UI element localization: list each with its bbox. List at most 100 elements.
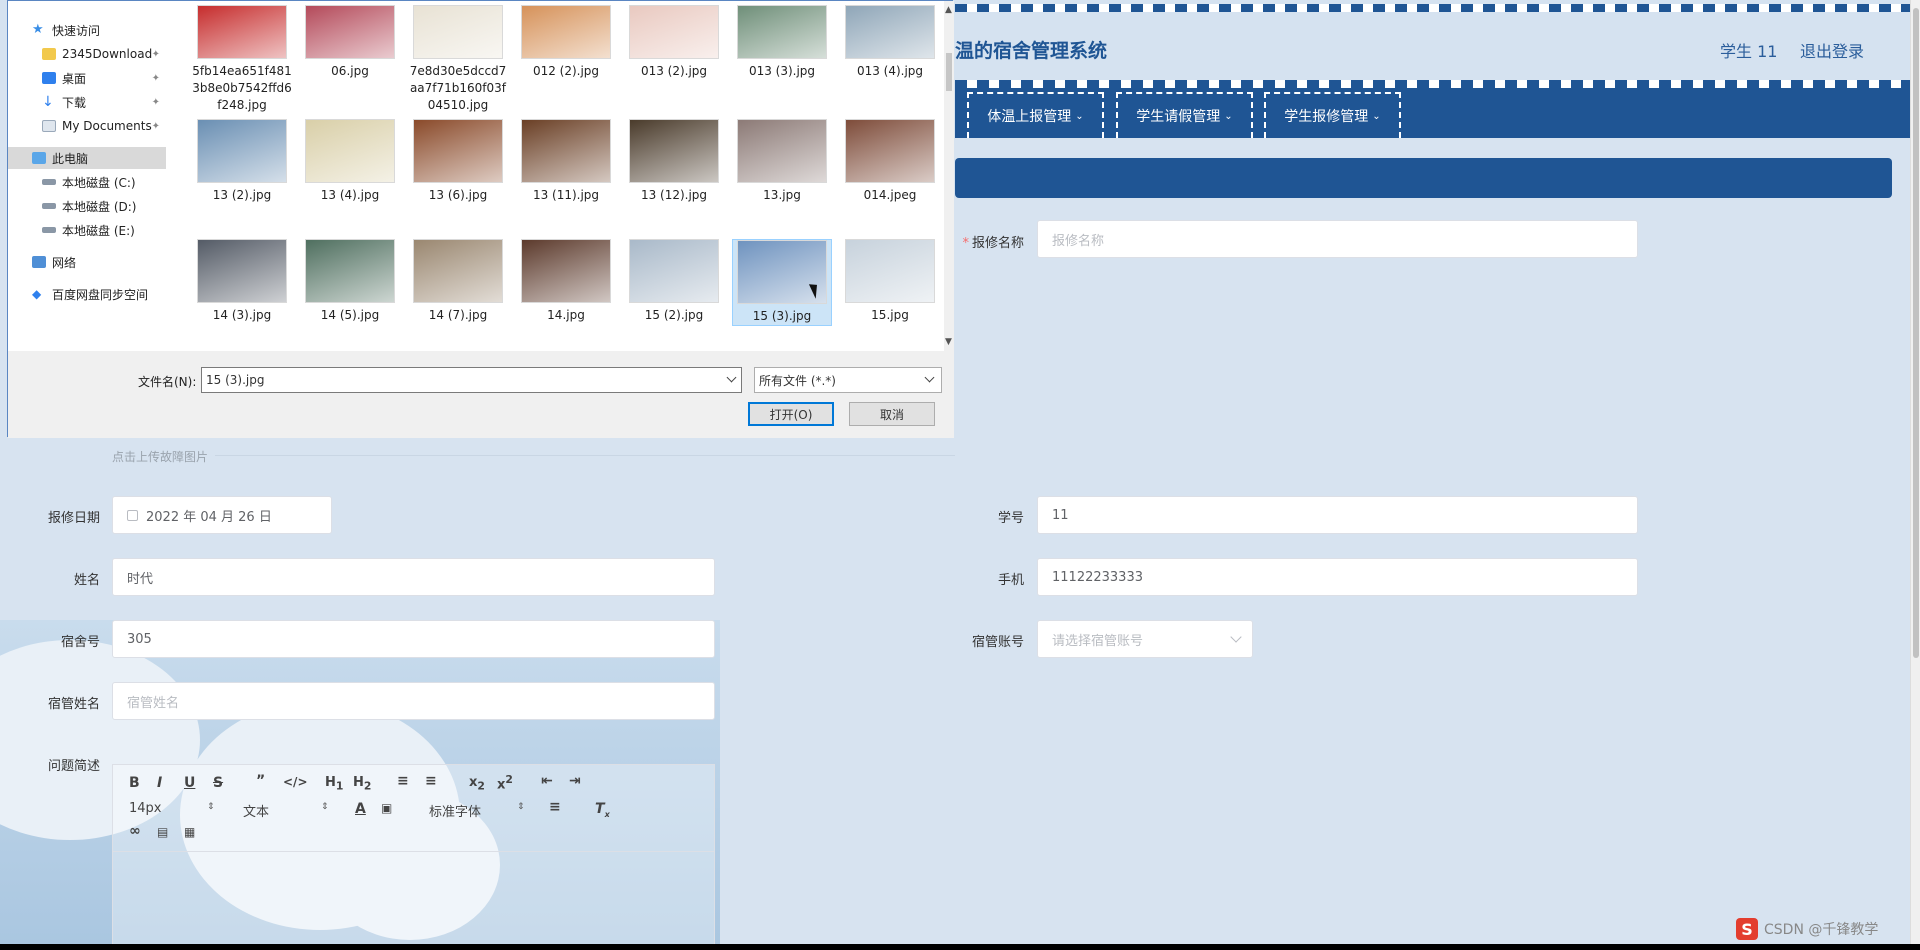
repair-name-input[interactable]: 报修名称 bbox=[1037, 220, 1638, 258]
file-item[interactable]: 15 (2).jpg bbox=[624, 239, 724, 324]
font-color-icon[interactable]: A bbox=[355, 801, 366, 817]
file-item[interactable]: 14 (7).jpg bbox=[408, 239, 508, 324]
link-icon[interactable]: ∞ bbox=[129, 823, 141, 839]
file-item[interactable]: 13 (2).jpg bbox=[192, 119, 292, 204]
tree-quick-access[interactable]: ★ 快速访问 bbox=[8, 19, 166, 41]
text-type-select[interactable]: 文本 ⇕ bbox=[243, 801, 329, 820]
cancel-button[interactable]: 取消 bbox=[849, 402, 935, 426]
manager-account-select[interactable]: 请选择宿管账号 bbox=[1037, 620, 1253, 658]
tree-drive-e[interactable]: 本地磁盘 (E:) bbox=[8, 219, 166, 241]
nav-repair-management[interactable]: 学生报修管理 ⌄ bbox=[1264, 92, 1401, 138]
open-button[interactable]: 打开(O) bbox=[748, 402, 834, 426]
repair-date-value: 2022 年 04 月 26 日 bbox=[146, 509, 272, 525]
current-user: 学生 11 bbox=[1720, 42, 1778, 61]
blockquote-icon[interactable]: ” bbox=[256, 773, 265, 789]
filetype-value: 所有文件 (*.*) bbox=[759, 373, 836, 388]
tree-my-documents[interactable]: My Documents ✦ bbox=[8, 115, 166, 137]
repair-date-picker[interactable]: 2022 年 04 月 26 日 bbox=[112, 496, 332, 534]
drive-icon bbox=[42, 179, 56, 185]
page-scrollbar[interactable] bbox=[1910, 0, 1920, 944]
file-item[interactable]: 13 (11).jpg bbox=[516, 119, 616, 204]
align-icon[interactable]: ≡ bbox=[549, 799, 561, 815]
tree-this-pc[interactable]: 此电脑 bbox=[8, 147, 166, 169]
subscript-icon[interactable]: x2 bbox=[469, 775, 485, 793]
chevron-down-icon: ⌄ bbox=[1372, 110, 1381, 122]
bold-icon[interactable]: B bbox=[129, 775, 140, 791]
dialog-scrollbar[interactable]: ▲ ▼ bbox=[944, 1, 954, 351]
bullet-list-icon[interactable]: ≡ bbox=[425, 773, 437, 789]
image-icon[interactable]: ▤ bbox=[157, 825, 168, 839]
logout-link[interactable]: 退出登录 bbox=[1800, 38, 1864, 62]
font-family-select[interactable]: 标准字体 ⇕ bbox=[429, 801, 525, 820]
file-name: 13 (6).jpg bbox=[428, 188, 488, 202]
file-item[interactable]: 014.jpeg bbox=[840, 119, 940, 204]
file-name: 14.jpg bbox=[547, 308, 585, 322]
file-item[interactable]: 06.jpg bbox=[300, 5, 400, 80]
file-item[interactable]: 14 (3).jpg bbox=[192, 239, 292, 324]
file-item[interactable]: 13.jpg bbox=[732, 119, 832, 204]
name-input[interactable]: 时代 bbox=[112, 558, 715, 596]
file-name: 13 (2).jpg bbox=[212, 188, 272, 202]
ordered-list-icon[interactable]: ≡ bbox=[397, 773, 409, 789]
manager-account-label: 宿管账号 bbox=[971, 635, 1024, 650]
superscript-icon[interactable]: x2 bbox=[497, 773, 513, 792]
tree-network[interactable]: 网络 bbox=[8, 251, 166, 273]
file-item[interactable]: 14.jpg bbox=[516, 239, 616, 324]
phone-input[interactable]: 11122233333 bbox=[1037, 558, 1638, 596]
code-icon[interactable]: </> bbox=[283, 775, 308, 789]
student-no-label: 学号 bbox=[997, 511, 1024, 526]
filename-value: 15 (3).jpg bbox=[206, 373, 265, 387]
file-name: 13.jpg bbox=[763, 188, 801, 202]
file-thumbnail bbox=[413, 239, 503, 303]
student-no-input[interactable]: 11 bbox=[1037, 496, 1638, 534]
tree-baidu-cloud[interactable]: ◆ 百度网盘同步空间 bbox=[8, 283, 166, 305]
tree-2345download[interactable]: 2345Download ✦ bbox=[8, 43, 166, 65]
file-item[interactable]: 013 (4).jpg bbox=[840, 5, 940, 80]
filename-label: 文件名(N): bbox=[138, 375, 197, 389]
strikethrough-icon[interactable]: S bbox=[213, 775, 223, 791]
outdent-icon[interactable]: ⇤ bbox=[541, 773, 553, 789]
file-item[interactable]: 5fb14ea651f4813b8e0b7542ffd6f248.jpg bbox=[192, 5, 292, 114]
filename-input[interactable]: 15 (3).jpg bbox=[201, 367, 742, 393]
file-item[interactable]: 012 (2).jpg bbox=[516, 5, 616, 80]
filetype-select[interactable]: 所有文件 (*.*) bbox=[754, 367, 942, 393]
tree-drive-d[interactable]: 本地磁盘 (D:) bbox=[8, 195, 166, 217]
heading1-icon[interactable]: H1 bbox=[325, 775, 343, 793]
clear-format-icon[interactable]: Tx bbox=[595, 801, 610, 819]
background-color-icon[interactable]: ▣ bbox=[381, 801, 392, 815]
font-size-select[interactable]: 14px ⇕ bbox=[129, 801, 215, 816]
rich-text-editor[interactable]: B I U S ” </> H1 H2 ≡ ≡ x2 x2 ⇤ ⇥ 14px ⇕… bbox=[112, 764, 715, 944]
file-item[interactable]: 15 (3).jpg bbox=[732, 239, 832, 326]
italic-icon[interactable]: I bbox=[157, 775, 162, 791]
tree-drive-c[interactable]: 本地磁盘 (C:) bbox=[8, 171, 166, 193]
upload-hint[interactable]: 点击上传故障图片 bbox=[112, 448, 208, 465]
file-item[interactable]: 13 (4).jpg bbox=[300, 119, 400, 204]
file-thumbnail bbox=[197, 5, 287, 59]
file-item[interactable]: 15.jpg bbox=[840, 239, 940, 324]
scrollbar-thumb[interactable] bbox=[946, 53, 952, 91]
manager-name-input[interactable]: 宿管姓名 bbox=[112, 682, 715, 720]
file-item[interactable]: 14 (5).jpg bbox=[300, 239, 400, 324]
file-item[interactable]: 13 (6).jpg bbox=[408, 119, 508, 204]
file-item[interactable]: 013 (2).jpg bbox=[624, 5, 724, 80]
chevron-down-icon bbox=[1230, 631, 1242, 643]
scroll-down-icon[interactable]: ▼ bbox=[945, 337, 952, 347]
underline-icon[interactable]: U bbox=[184, 775, 195, 791]
nav-temperature-report[interactable]: 体温上报管理 ⌄ bbox=[967, 92, 1104, 138]
heading2-icon[interactable]: H2 bbox=[353, 775, 371, 793]
dorm-no-input[interactable]: 305 bbox=[112, 620, 715, 658]
scrollbar-thumb[interactable] bbox=[1913, 8, 1919, 658]
download-icon: ↓ bbox=[42, 94, 54, 110]
indent-icon[interactable]: ⇥ bbox=[569, 773, 581, 789]
file-item[interactable]: 7e8d30e5dccd7aa7f71b160f03f04510.jpg bbox=[408, 5, 508, 114]
pin-icon: ✦ bbox=[151, 72, 160, 84]
video-icon[interactable]: ▦ bbox=[184, 825, 195, 839]
section-bar bbox=[955, 158, 1892, 198]
chevron-down-icon[interactable] bbox=[726, 372, 737, 383]
tree-downloads[interactable]: ↓ 下载 ✦ bbox=[8, 91, 166, 113]
nav-leave-management[interactable]: 学生请假管理 ⌄ bbox=[1116, 92, 1253, 138]
scroll-up-icon[interactable]: ▲ bbox=[945, 5, 952, 15]
file-item[interactable]: 013 (3).jpg bbox=[732, 5, 832, 80]
file-item[interactable]: 13 (12).jpg bbox=[624, 119, 724, 204]
tree-desktop[interactable]: 桌面 ✦ bbox=[8, 67, 166, 89]
